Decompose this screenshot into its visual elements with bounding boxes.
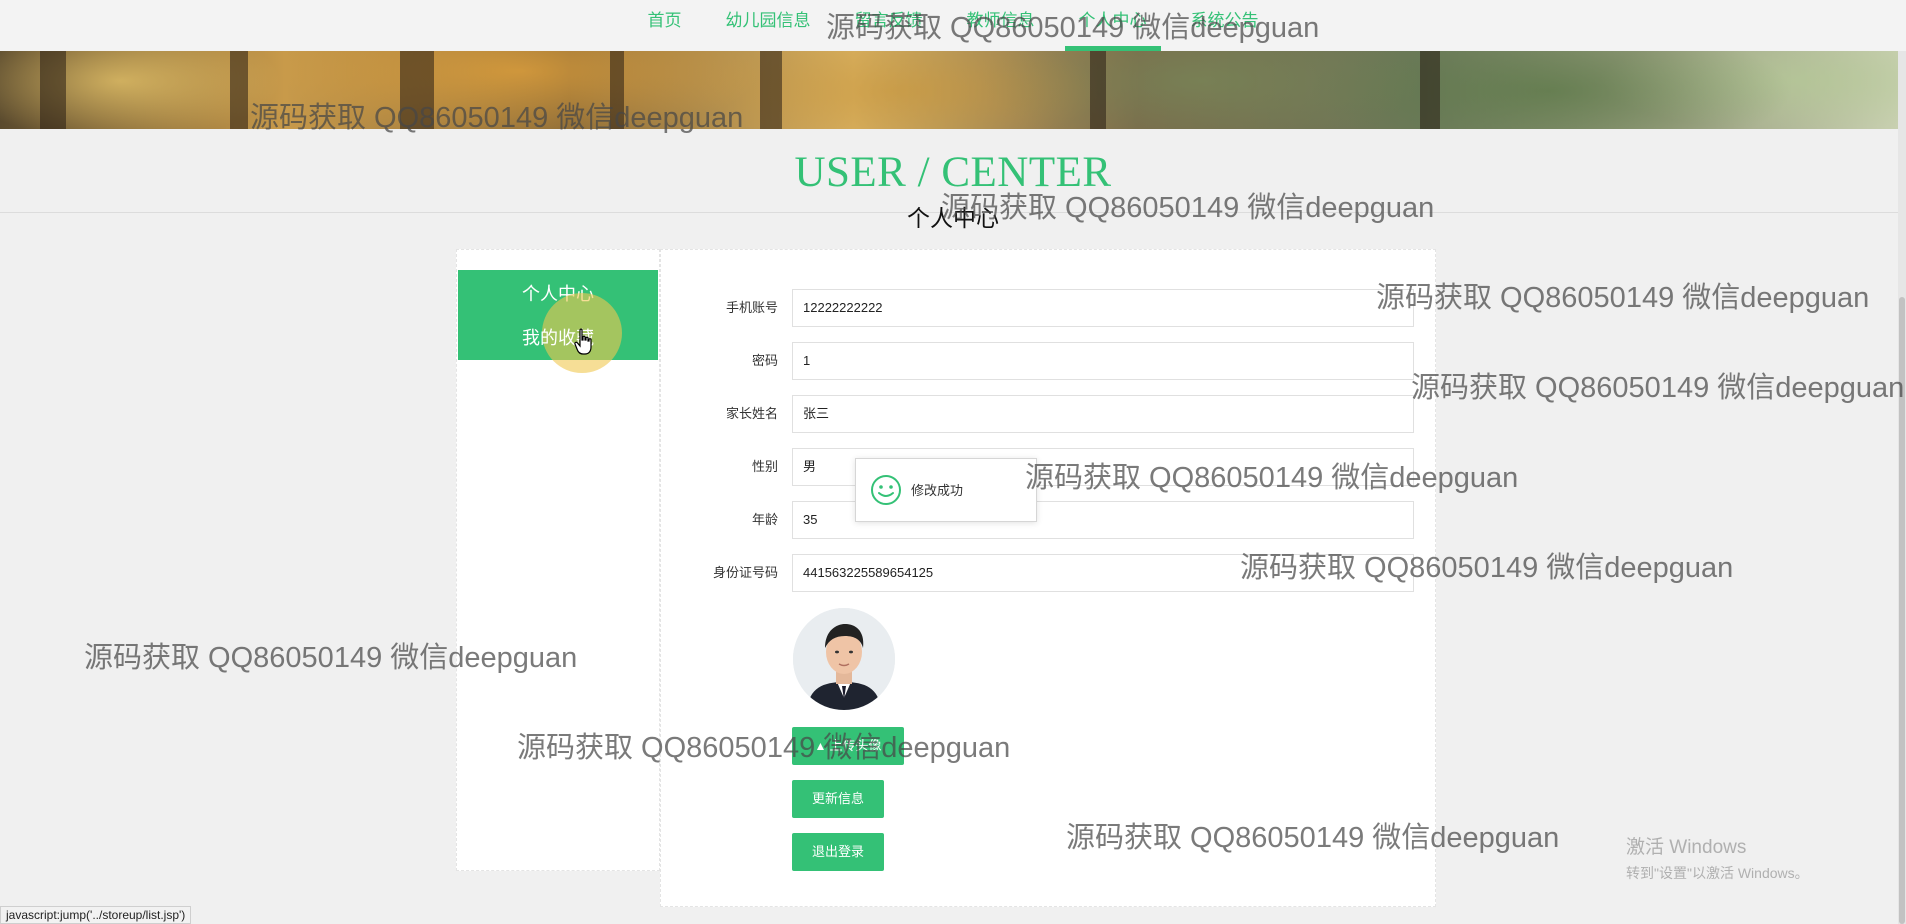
age-label: 年龄	[751, 512, 778, 527]
phone-label: 手机账号	[725, 300, 778, 315]
activation-title: 激活 Windows	[1626, 837, 1747, 858]
parent-name-input[interactable]: 张三	[792, 395, 1414, 433]
avatar	[793, 608, 895, 710]
gender-label: 性别	[751, 459, 778, 474]
nav-item-user-center[interactable]: 个人中心	[1057, 0, 1169, 51]
id-number-input[interactable]: 441563225589654125	[792, 554, 1414, 592]
form-row-id-number: 身份证号码 441563225589654125	[660, 554, 1436, 592]
success-toast: 修改成功	[855, 458, 1037, 522]
upload-avatar-button[interactable]: ▲ 上传头像	[792, 727, 904, 765]
avatar-portrait-icon	[793, 608, 895, 710]
activation-subtitle: 转到"设置"以激活 Windows。	[1626, 865, 1809, 881]
windows-activation-notice: 激活 Windows 转到"设置"以激活 Windows。	[1626, 832, 1809, 883]
form-row-gender: 性别 男	[660, 448, 1436, 486]
top-nav: 首页 幼儿园信息 留言反馈 教师信息 个人中心 系统公告	[0, 0, 1906, 51]
form-row-parent-name: 家长姓名 张三	[660, 395, 1436, 433]
nav-item-teacher-info[interactable]: 教师信息	[945, 0, 1057, 51]
upload-icon: ▲	[814, 739, 827, 753]
phone-input[interactable]: 12222222222	[792, 289, 1414, 327]
nav-item-kindergarten-info[interactable]: 幼儿园信息	[704, 0, 833, 51]
form-row-age: 年龄 35	[660, 501, 1436, 539]
page-title-en: USER / CENTER	[794, 149, 1112, 196]
parent-name-label: 家长姓名	[725, 406, 778, 421]
logout-button[interactable]: 退出登录	[792, 833, 884, 871]
form-row-phone: 手机账号 12222222222	[660, 289, 1436, 327]
watermark: 源码获取 QQ86050149 微信deepguan	[1376, 282, 1870, 314]
upload-avatar-label: 上传头像	[829, 738, 882, 753]
toast-message: 修改成功	[911, 483, 964, 498]
hand-cursor-icon	[574, 328, 592, 355]
form-row-password: 密码 1	[660, 342, 1436, 380]
scrollbar-thumb[interactable]	[1899, 297, 1905, 924]
nav-item-home[interactable]: 首页	[626, 0, 704, 51]
password-input[interactable]: 1	[792, 342, 1414, 380]
nav-item-announcements[interactable]: 系统公告	[1169, 0, 1281, 51]
side-menu-favorites[interactable]: 我的收藏	[458, 324, 658, 350]
browser-status-bar: javascript:jump('../storeup/list.jsp')	[0, 906, 192, 924]
password-label: 密码	[751, 353, 778, 368]
watermark: 源码获取 QQ86050149 微信deepguan	[1411, 372, 1905, 404]
smile-icon	[871, 475, 901, 505]
banner-image	[0, 51, 1898, 129]
id-number-label: 身份证号码	[712, 565, 778, 580]
nav-item-feedback[interactable]: 留言反馈	[833, 0, 945, 51]
update-info-button[interactable]: 更新信息	[792, 780, 884, 818]
page-title-cn: 个人中心	[907, 205, 999, 231]
